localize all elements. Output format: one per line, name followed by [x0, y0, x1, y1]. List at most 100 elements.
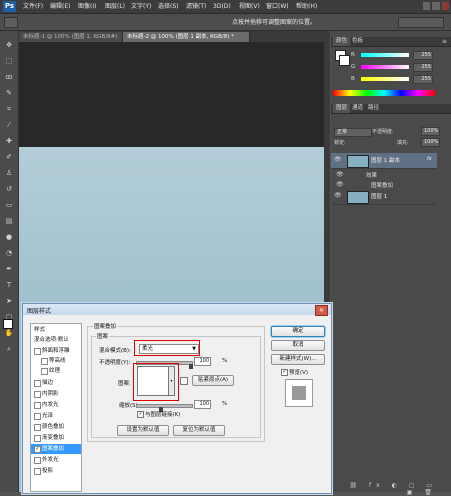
color-bg-swatch[interactable]: [339, 55, 350, 66]
style-inner-glow[interactable]: 内发光: [31, 400, 81, 410]
red-slider[interactable]: [361, 53, 409, 57]
menu-help[interactable]: 帮助(H): [296, 0, 317, 13]
checkbox[interactable]: [34, 468, 41, 475]
checkbox[interactable]: [34, 402, 41, 409]
style-texture[interactable]: 纹理: [31, 366, 81, 376]
gradient-tool-icon[interactable]: ▤: [4, 217, 14, 225]
workspace-switcher[interactable]: [398, 17, 444, 28]
red-value-field[interactable]: 255: [413, 51, 433, 60]
visibility-eye-icon[interactable]: 👁: [334, 193, 342, 199]
tab-swatches[interactable]: 色板: [349, 37, 366, 46]
green-slider[interactable]: [361, 65, 409, 69]
snap-to-origin-button[interactable]: 贴紧原点(A): [192, 375, 234, 386]
menu-view[interactable]: 视图(V): [239, 0, 260, 13]
pattern-effect-eye-icon[interactable]: 👁: [336, 181, 344, 188]
menu-select[interactable]: 选择(S): [158, 0, 179, 13]
blur-tool-icon[interactable]: ●: [4, 233, 14, 241]
doc-tab-2[interactable]: 未标题-2 @ 100% (图层 1 副本, RGB/8) *: [123, 32, 250, 42]
new-style-button[interactable]: 新建样式(W)...: [271, 354, 325, 365]
crop-tool-icon[interactable]: ⌗: [4, 105, 14, 113]
menu-filter[interactable]: 滤镜(T): [186, 0, 206, 13]
preview-checkbox[interactable]: ✓: [281, 369, 288, 376]
scale-field[interactable]: 100: [194, 400, 211, 409]
hand-tool-icon[interactable]: ✋: [4, 329, 14, 337]
link-with-layer-checkbox[interactable]: ✓: [137, 411, 144, 418]
layers-footer-icons[interactable]: ⛓ fx ◐ ▢ ▭ ▣ 🗑: [333, 482, 437, 496]
styles-header[interactable]: 样式: [31, 325, 81, 335]
style-satin[interactable]: 光泽: [31, 411, 81, 421]
checkbox[interactable]: [34, 391, 41, 398]
eraser-tool-icon[interactable]: ▭: [4, 201, 14, 209]
menu-window[interactable]: 窗口(W): [266, 0, 289, 13]
move-tool-icon[interactable]: ✥: [4, 41, 14, 49]
doc-tab-1[interactable]: 未标题-1 @ 100% (图层 1, RGB/8#): [19, 32, 123, 42]
tool-preset-icon[interactable]: [4, 17, 18, 28]
new-preset-icon[interactable]: [180, 377, 188, 385]
type-tool-icon[interactable]: T: [4, 281, 14, 289]
opacity-field[interactable]: 100: [194, 357, 211, 366]
checkbox[interactable]: [34, 424, 41, 431]
layer-opacity-field[interactable]: 100%: [421, 127, 440, 136]
tab-layers[interactable]: 图层: [333, 104, 351, 113]
stamp-tool-icon[interactable]: ♙: [4, 169, 14, 177]
tab-paths[interactable]: 路径: [365, 104, 382, 113]
menu-file[interactable]: 文件(F): [23, 0, 43, 13]
style-gradient-overlay[interactable]: 渐变叠加: [31, 433, 81, 443]
layer-row-copy[interactable]: 👁 图层 1 副本 fx: [331, 153, 437, 169]
minimize-icon[interactable]: [423, 2, 431, 10]
layer-row-1[interactable]: 👁 图层 1: [331, 189, 437, 205]
reset-to-default-button[interactable]: 复位为默认值: [173, 425, 225, 436]
menu-edit[interactable]: 编辑(E): [50, 0, 70, 13]
quick-select-tool-icon[interactable]: ✎: [4, 89, 14, 97]
blending-options-item[interactable]: 混合选项:默认: [31, 335, 81, 345]
dodge-tool-icon[interactable]: ◔: [4, 249, 14, 257]
color-spectrum-bar[interactable]: [333, 90, 435, 96]
style-contour[interactable]: 等高线: [31, 356, 81, 366]
make-default-button[interactable]: 设置为默认值: [117, 425, 169, 436]
dialog-close-icon[interactable]: ✕: [315, 305, 328, 316]
effects-row[interactable]: 👁 效果: [333, 170, 437, 180]
style-outer-glow[interactable]: 外发光: [31, 455, 81, 465]
fx-icon[interactable]: fx: [427, 156, 432, 162]
fill-field[interactable]: 100%: [421, 138, 440, 147]
style-pattern-overlay[interactable]: ✓ 图案叠加: [31, 444, 81, 454]
checkbox[interactable]: [34, 457, 41, 464]
tab-channels[interactable]: 通道: [349, 104, 366, 113]
blue-value-field[interactable]: 255: [413, 75, 433, 84]
scale-slider[interactable]: [136, 404, 193, 408]
style-inner-shadow[interactable]: 内阴影: [31, 389, 81, 399]
lasso-tool-icon[interactable]: ꝏ: [4, 73, 14, 81]
menu-layer[interactable]: 图层(L): [105, 0, 125, 13]
path-select-tool-icon[interactable]: ➤: [4, 297, 14, 305]
marquee-tool-icon[interactable]: ⬚: [4, 57, 14, 65]
zoom-tool-icon[interactable]: ⌕: [4, 345, 14, 353]
tab-color[interactable]: 颜色: [333, 37, 351, 46]
close-icon[interactable]: [441, 2, 449, 10]
effects-eye-icon[interactable]: 👁: [336, 171, 344, 178]
checkbox[interactable]: [34, 435, 41, 442]
healing-tool-icon[interactable]: ✚: [4, 137, 14, 145]
blue-slider[interactable]: [361, 77, 409, 81]
ok-button[interactable]: 确定: [271, 326, 325, 337]
checkbox-checked[interactable]: ✓: [34, 446, 41, 453]
visibility-eye-icon[interactable]: 👁: [334, 157, 342, 163]
checkbox[interactable]: [41, 368, 48, 375]
cancel-button[interactable]: 取消: [271, 340, 325, 351]
maximize-icon[interactable]: [432, 2, 440, 10]
history-brush-tool-icon[interactable]: ↺: [4, 185, 14, 193]
brush-tool-icon[interactable]: ✐: [4, 153, 14, 161]
menu-3d[interactable]: 3D(D): [213, 0, 231, 13]
panel-menu-icon[interactable]: ≡: [442, 39, 448, 45]
opacity-slider-knob[interactable]: [189, 364, 193, 369]
foreground-color-swatch[interactable]: [3, 319, 13, 329]
pen-tool-icon[interactable]: ✒: [4, 265, 14, 273]
style-color-overlay[interactable]: 颜色叠加: [31, 422, 81, 432]
layer-blend-mode-select[interactable]: 正常: [334, 128, 372, 137]
menu-type[interactable]: 文字(Y): [131, 0, 151, 13]
checkbox[interactable]: [41, 358, 48, 365]
style-bevel-emboss[interactable]: 斜面和浮雕: [31, 346, 81, 356]
style-stroke[interactable]: 描边: [31, 378, 81, 388]
checkbox[interactable]: [34, 348, 41, 355]
style-drop-shadow[interactable]: 投影: [31, 466, 81, 476]
menu-image[interactable]: 图像(I): [78, 0, 96, 13]
